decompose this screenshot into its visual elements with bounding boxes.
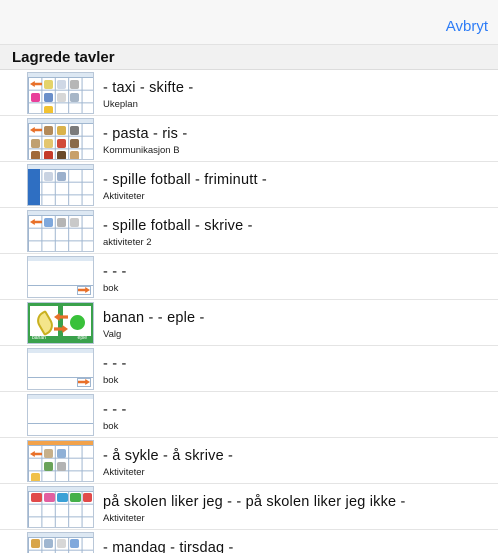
board-thumbnail: [27, 486, 94, 528]
board-subtitle: Valg: [103, 329, 122, 340]
board-title: - - -: [103, 402, 127, 418]
board-thumbnail: [27, 440, 94, 482]
board-row[interactable]: - - - bok: [0, 392, 498, 438]
board-thumbnail: [27, 532, 94, 553]
board-row[interactable]: - taxi - skifte - Ukeplan: [0, 70, 498, 116]
board-subtitle: Kommunikasjon B: [103, 145, 180, 156]
board-subtitle: Aktiviteter: [103, 467, 145, 478]
board-subtitle: Aktiviteter: [103, 513, 145, 524]
board-thumbnail: [27, 256, 94, 298]
board-title: banan - - eple -: [103, 310, 205, 326]
board-subtitle: bok: [103, 421, 119, 432]
board-title: - - -: [103, 264, 127, 280]
board-subtitle: aktiviteter 2: [103, 237, 152, 248]
board-title: - spille fotball - friminutt -: [103, 172, 267, 188]
board-thumbnail: [27, 118, 94, 160]
board-title: - taxi - skifte -: [103, 80, 194, 96]
board-thumbnail: banan eple: [27, 302, 94, 344]
board-subtitle: bok: [103, 283, 119, 294]
cancel-button[interactable]: Avbryt: [446, 18, 488, 35]
board-thumbnail: [27, 72, 94, 114]
saved-boards-list: - taxi - skifte - Ukeplan - pasta - ris …: [0, 70, 498, 553]
board-title: på skolen liker jeg - - på skolen liker …: [103, 494, 406, 510]
board-row[interactable]: - å sykle - å skrive - Aktiviteter: [0, 438, 498, 484]
board-row[interactable]: - pasta - ris - Kommunikasjon B: [0, 116, 498, 162]
board-row[interactable]: - - - bok: [0, 254, 498, 300]
section-title: Lagrede tavler: [12, 49, 115, 66]
board-subtitle: Aktiviteter: [103, 191, 145, 202]
board-thumbnail: [27, 210, 94, 252]
board-thumbnail: [27, 348, 94, 390]
board-thumbnail: [27, 164, 94, 206]
board-row[interactable]: på skolen liker jeg - - på skolen liker …: [0, 484, 498, 530]
board-title: - mandag - tirsdag -: [103, 540, 234, 553]
board-row[interactable]: - spille fotball - skrive - aktiviteter …: [0, 208, 498, 254]
board-title: - - -: [103, 356, 127, 372]
thumb-label: eple: [77, 335, 87, 341]
navigation-bar: Avbryt: [0, 0, 498, 44]
banana-icon: [33, 309, 57, 337]
board-row[interactable]: banan eple banan - - eple - Valg: [0, 300, 498, 346]
board-subtitle: bok: [103, 375, 119, 386]
thumb-label: banan: [32, 335, 46, 341]
board-subtitle: Ukeplan: [103, 99, 138, 110]
board-row[interactable]: - - - bok: [0, 346, 498, 392]
board-title: - å sykle - å skrive -: [103, 448, 234, 464]
board-row[interactable]: - mandag - tirsdag -: [0, 530, 498, 553]
board-thumbnail: [27, 394, 94, 436]
board-title: - pasta - ris -: [103, 126, 188, 142]
section-header: Lagrede tavler: [0, 44, 498, 70]
board-row[interactable]: - spille fotball - friminutt - Aktivitet…: [0, 162, 498, 208]
board-title: - spille fotball - skrive -: [103, 218, 253, 234]
apple-icon: [70, 315, 85, 330]
